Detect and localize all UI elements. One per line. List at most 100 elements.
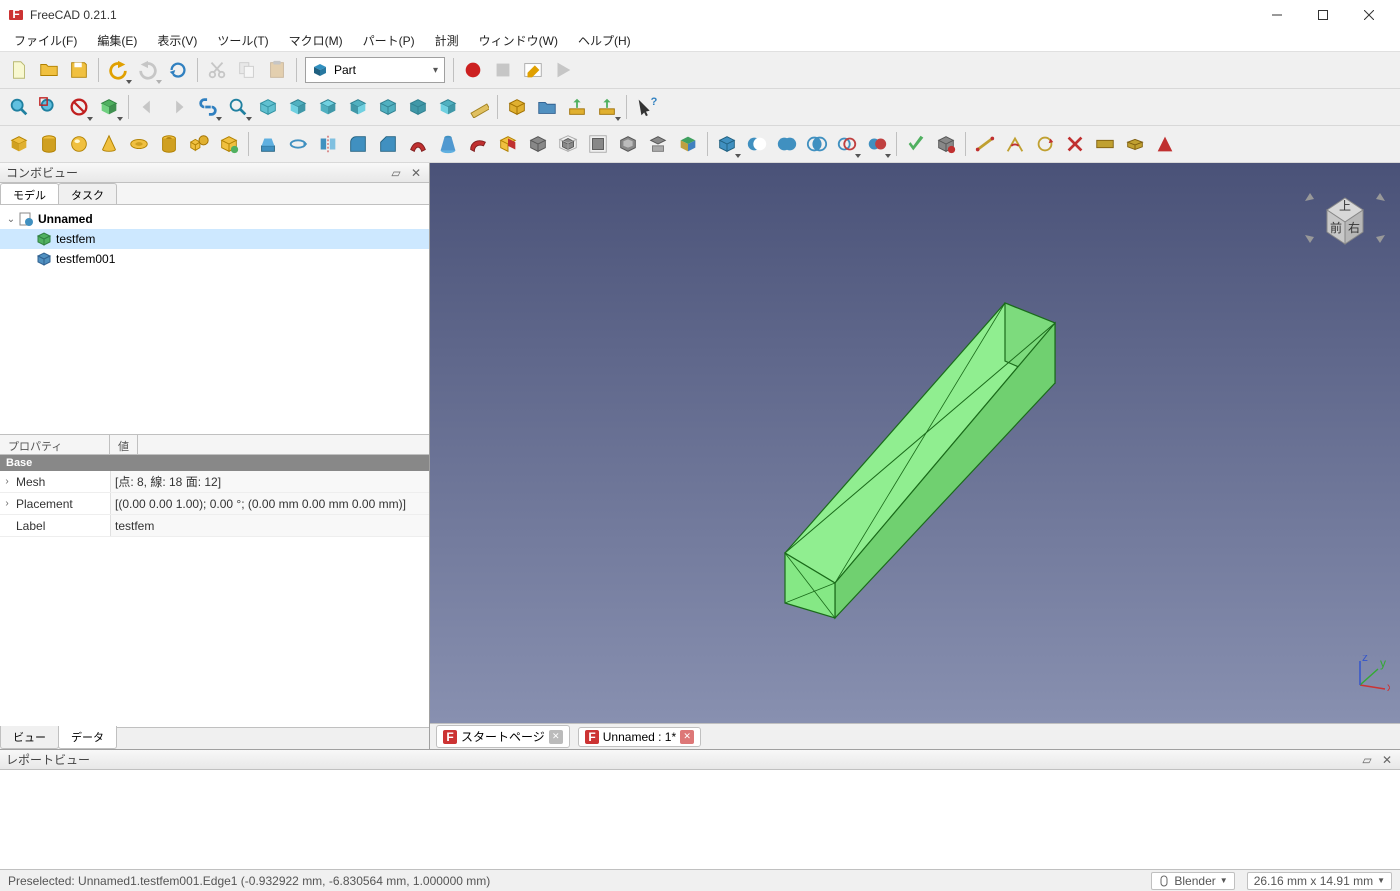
revolve-button[interactable] (283, 129, 313, 159)
menu-tools[interactable]: ツール(T) (207, 30, 278, 51)
loft-button[interactable] (433, 129, 463, 159)
tab-data-props[interactable]: データ (58, 726, 117, 749)
fit-all-button[interactable] (4, 92, 34, 122)
ruled-surface-button[interactable] (403, 129, 433, 159)
tab-view-props[interactable]: ビュー (0, 726, 59, 749)
undo-button[interactable] (103, 55, 133, 85)
top-view-button[interactable] (313, 92, 343, 122)
rear-view-button[interactable] (373, 92, 403, 122)
menu-help[interactable]: ヘルプ(H) (568, 30, 641, 51)
tab-model[interactable]: モデル (0, 183, 59, 204)
prop-value[interactable]: [(0.00 0.00 1.00); 0.00 °; (0.00 mm 0.00… (110, 493, 429, 514)
cross-sections-button[interactable] (523, 129, 553, 159)
panel-float-button[interactable]: ▱ (1360, 753, 1374, 767)
mirror-button[interactable] (313, 129, 343, 159)
part-button[interactable] (502, 92, 532, 122)
doc-tab-start[interactable]: F スタートページ ✕ (436, 725, 570, 748)
menu-macro[interactable]: マクロ(M) (279, 30, 353, 51)
link-make-button[interactable] (562, 92, 592, 122)
measure-button[interactable] (463, 92, 493, 122)
paste-button[interactable] (262, 55, 292, 85)
panel-close-button[interactable]: ✕ (1380, 753, 1394, 767)
tree-root-row[interactable]: ⌄ Unnamed (0, 209, 429, 229)
color-faces-button[interactable] (673, 129, 703, 159)
boolean-intersect-button[interactable] (802, 129, 832, 159)
copy-button[interactable] (232, 55, 262, 85)
menu-window[interactable]: ウィンドウ(W) (469, 30, 568, 51)
menu-edit[interactable]: 編集(E) (87, 30, 147, 51)
bounding-box-button[interactable] (94, 92, 124, 122)
cone-button[interactable] (94, 129, 124, 159)
fillet-button[interactable] (343, 129, 373, 159)
refresh-button[interactable] (163, 55, 193, 85)
tab-tasks[interactable]: タスク (58, 183, 117, 204)
close-tab-icon[interactable]: ✕ (680, 730, 694, 744)
measure-toggle-button[interactable] (1090, 129, 1120, 159)
torus-button[interactable] (124, 129, 154, 159)
sweep-button[interactable] (463, 129, 493, 159)
offset2d-button[interactable] (583, 129, 613, 159)
front-view-button[interactable] (283, 92, 313, 122)
extrude-button[interactable] (253, 129, 283, 159)
isometric-view-button[interactable] (253, 92, 283, 122)
cut-button[interactable] (202, 55, 232, 85)
prop-row-label[interactable]: Label testfem (0, 515, 429, 537)
boolean-union-button[interactable] (772, 129, 802, 159)
expand-icon[interactable]: › (0, 476, 14, 487)
link-actions-button[interactable] (592, 92, 622, 122)
nav-back-button[interactable] (133, 92, 163, 122)
zoom-button[interactable] (223, 92, 253, 122)
boolean-cut-button[interactable] (742, 129, 772, 159)
draw-style-button[interactable] (64, 92, 94, 122)
workbench-selector[interactable]: Part ▾ (305, 57, 445, 83)
sphere-button[interactable] (64, 129, 94, 159)
macro-edit-button[interactable] (518, 55, 548, 85)
prop-row-placement[interactable]: › Placement [(0.00 0.00 1.00); 0.00 °; (… (0, 493, 429, 515)
whats-this-button[interactable]: ? (631, 92, 661, 122)
menu-view[interactable]: 表示(V) (147, 30, 207, 51)
measure-clear-button[interactable] (1060, 129, 1090, 159)
group-button[interactable] (532, 92, 562, 122)
thickness-button[interactable] (613, 129, 643, 159)
prop-value[interactable]: [点: 8, 線: 18 面: 12] (110, 471, 429, 492)
measure-linear-button[interactable] (970, 129, 1000, 159)
projection-button[interactable] (643, 129, 673, 159)
model-tree[interactable]: ⌄ Unnamed testfem testfem001 (0, 205, 429, 435)
offset3d-button[interactable] (553, 129, 583, 159)
nav-style-selector[interactable]: Blender ▼ (1151, 872, 1234, 890)
close-tab-icon[interactable]: ✕ (549, 730, 563, 744)
menu-measure[interactable]: 計測 (425, 30, 469, 51)
prop-row-mesh[interactable]: › Mesh [点: 8, 線: 18 面: 12] (0, 471, 429, 493)
left-view-button[interactable] (433, 92, 463, 122)
open-file-button[interactable] (34, 55, 64, 85)
measure-delta-button[interactable] (1150, 129, 1180, 159)
join-connect-button[interactable] (832, 129, 862, 159)
minimize-button[interactable] (1254, 0, 1300, 30)
macro-play-button[interactable] (548, 55, 578, 85)
new-file-button[interactable] (4, 55, 34, 85)
menu-file[interactable]: ファイル(F) (4, 30, 87, 51)
right-view-button[interactable] (343, 92, 373, 122)
primitives-button[interactable] (184, 129, 214, 159)
cylinder-button[interactable] (34, 129, 64, 159)
navigation-cube[interactable]: 上 前 右 (1300, 173, 1390, 263)
status-dimensions[interactable]: 26.16 mm x 14.91 mm ▼ (1247, 872, 1392, 890)
defeaturing-button[interactable] (931, 129, 961, 159)
panel-close-button[interactable]: ✕ (409, 166, 423, 180)
measure-angular-button[interactable] (1000, 129, 1030, 159)
measure-toggle3d-button[interactable] (1120, 129, 1150, 159)
maximize-button[interactable] (1300, 0, 1346, 30)
fit-selection-button[interactable] (34, 92, 64, 122)
tree-item-testfem[interactable]: testfem (0, 229, 429, 249)
save-button[interactable] (64, 55, 94, 85)
macro-stop-button[interactable] (488, 55, 518, 85)
chamfer-button[interactable] (373, 129, 403, 159)
link-button[interactable] (193, 92, 223, 122)
3d-viewport[interactable]: 上 前 右 x y z (430, 163, 1400, 723)
compound-button[interactable] (712, 129, 742, 159)
tube-button[interactable] (154, 129, 184, 159)
split-button[interactable] (862, 129, 892, 159)
prop-value[interactable]: testfem (110, 515, 429, 536)
section-button[interactable] (493, 129, 523, 159)
report-body[interactable] (0, 770, 1400, 869)
